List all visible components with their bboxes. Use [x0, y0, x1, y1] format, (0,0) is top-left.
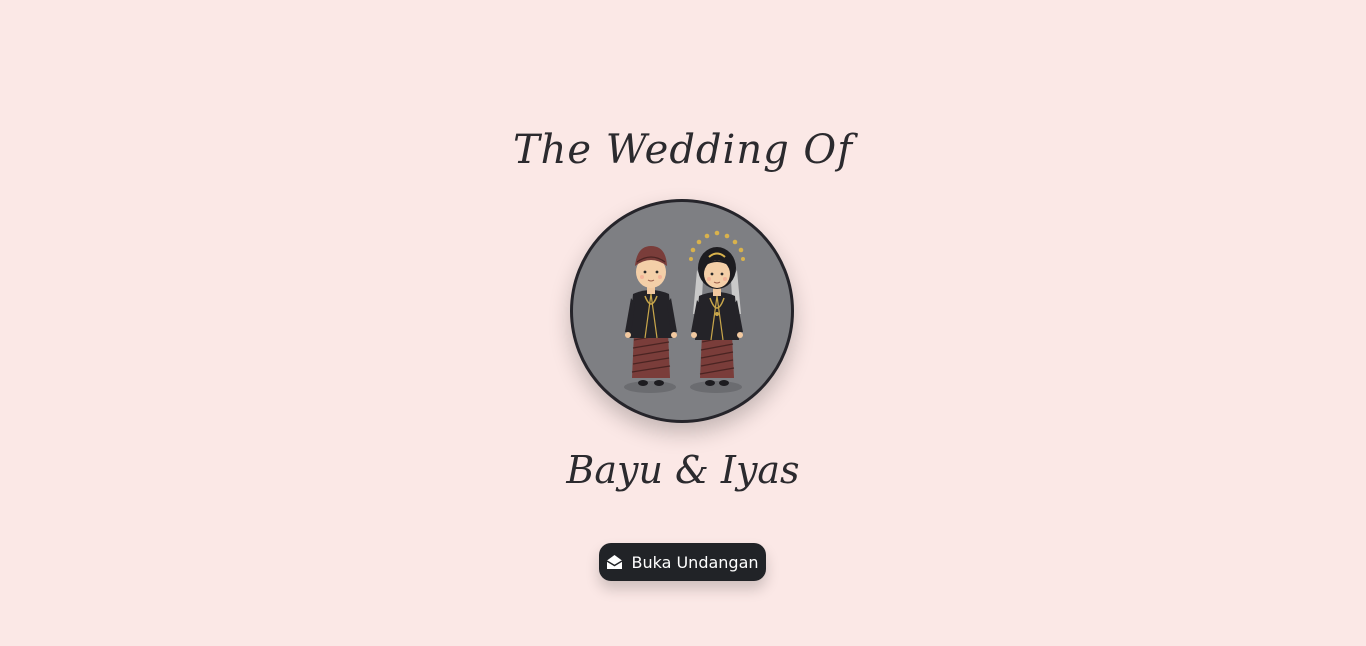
open-invitation-label: Buka Undangan [631, 552, 759, 572]
page-title: The Wedding Of [512, 127, 854, 173]
couple-illustration [570, 199, 794, 423]
cover-page: The Wedding Of Bayu & Iyas Buka Undangan [0, 0, 1366, 646]
envelope-open-icon [606, 554, 623, 570]
couple-illustration-graphic [624, 230, 745, 393]
couple-names: Bayu & Iyas [566, 448, 800, 492]
open-invitation-button[interactable]: Buka Undangan [599, 543, 766, 581]
